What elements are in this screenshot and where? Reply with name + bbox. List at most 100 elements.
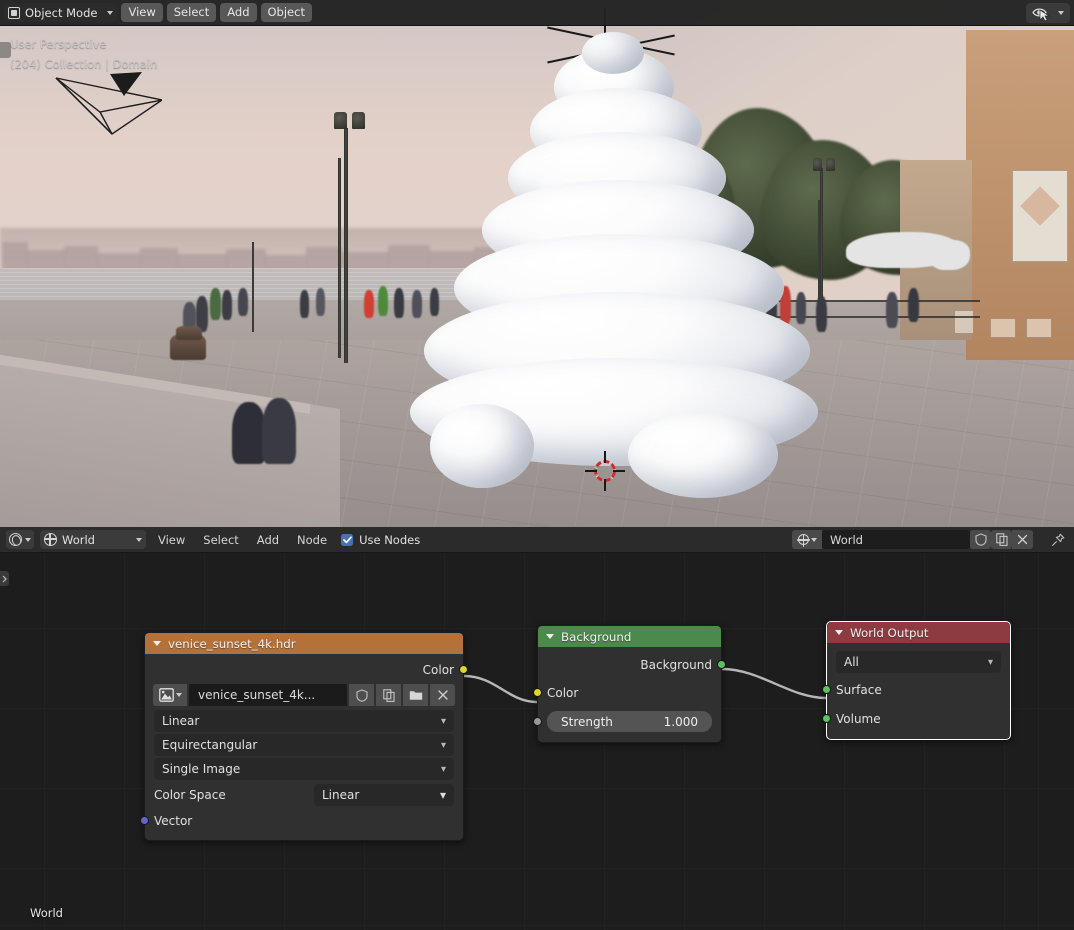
- collapse-triangle-icon[interactable]: [546, 634, 554, 639]
- node-input-vector[interactable]: Vector: [140, 808, 463, 834]
- shader-menu-add[interactable]: Add: [251, 533, 285, 547]
- shader-menu-view[interactable]: View: [152, 533, 191, 547]
- strength-value-field[interactable]: Strength 1.000: [547, 711, 712, 732]
- blender-window: Object Mode View Select Add Object User …: [0, 0, 1074, 930]
- node-output-color[interactable]: Color: [145, 658, 468, 682]
- hdri-window: [990, 318, 1016, 338]
- cursor-crosshair: [585, 470, 597, 472]
- camera-object[interactable]: [50, 72, 162, 150]
- image-browse-button[interactable]: [153, 684, 187, 706]
- node-header[interactable]: venice_sunset_4k.hdr: [145, 633, 463, 654]
- socket-color-input[interactable]: [533, 688, 542, 697]
- editor-type-selector[interactable]: [6, 530, 34, 549]
- cursor-arrow-icon[interactable]: [1039, 9, 1050, 22]
- socket-vector-input[interactable]: [140, 816, 149, 825]
- node-header[interactable]: World Output: [827, 622, 1010, 643]
- checkbox-checked-icon[interactable]: [341, 533, 354, 546]
- interpolation-dropdown[interactable]: Linear ▾: [154, 710, 454, 732]
- viewport-menu-object[interactable]: Object: [260, 3, 312, 22]
- node-canvas[interactable]: venice_sunset_4k.hdr Color venice_sunset…: [0, 553, 1074, 930]
- world-browse-button[interactable]: [792, 530, 822, 549]
- hdri-person: [886, 292, 898, 328]
- socket-surface-input[interactable]: [822, 685, 831, 694]
- cursor-crosshair: [604, 479, 606, 491]
- source-value: Single Image: [162, 762, 241, 776]
- hdri-statue: [930, 240, 970, 270]
- color-space-dropdown[interactable]: Linear ▾: [314, 784, 454, 806]
- target-dropdown[interactable]: All ▾: [836, 651, 1001, 673]
- collapse-triangle-icon[interactable]: [153, 641, 161, 646]
- shield-icon: [355, 688, 368, 702]
- node-input-volume[interactable]: Volume: [822, 704, 1010, 733]
- node-input-strength[interactable]: Strength 1.000: [533, 707, 721, 736]
- hdri-window: [1026, 318, 1052, 338]
- node-input-color[interactable]: Color: [533, 679, 721, 707]
- fake-user-button[interactable]: [970, 530, 991, 549]
- viewport-sidebar-toggle[interactable]: [0, 42, 11, 58]
- unlink-world-button[interactable]: [1012, 530, 1033, 549]
- object-mode-icon: [8, 6, 20, 19]
- hdri-person: [908, 288, 919, 322]
- viewport-menu-select[interactable]: Select: [166, 3, 217, 22]
- mode-selector[interactable]: Object Mode: [4, 3, 118, 22]
- visibility-controls[interactable]: [1026, 2, 1070, 23]
- source-dropdown[interactable]: Single Image ▾: [154, 758, 454, 780]
- node-world-output[interactable]: World Output All ▾ Surface Volume: [822, 621, 1011, 740]
- ice-cream-object[interactable]: [404, 32, 824, 498]
- node-input-surface[interactable]: Surface: [822, 675, 1010, 704]
- hdri-bollard: [176, 326, 202, 340]
- shield-icon: [974, 533, 987, 546]
- viewport-menu-view[interactable]: View: [121, 3, 163, 22]
- folder-icon: [409, 691, 422, 700]
- node-title: venice_sunset_4k.hdr: [168, 636, 296, 651]
- image-open-button[interactable]: [403, 684, 428, 706]
- hdri-person: [378, 286, 388, 316]
- color-space-value: Linear: [322, 788, 360, 802]
- hdri-person-seated: [262, 398, 296, 464]
- projection-value: Equirectangular: [162, 738, 258, 752]
- node-environment-texture[interactable]: venice_sunset_4k.hdr Color venice_sunset…: [140, 632, 468, 841]
- node-title: World Output: [850, 625, 929, 640]
- node-body: Color venice_sunset_4k... Linear ▾ Equir…: [140, 654, 468, 840]
- cursor-crosshair: [604, 451, 606, 463]
- strength-value: 1.000: [663, 714, 698, 729]
- image-unlink-button[interactable]: [430, 684, 455, 706]
- chevron-down-icon: ▾: [440, 763, 446, 775]
- image-name-field[interactable]: venice_sunset_4k...: [189, 684, 347, 706]
- world-name-field[interactable]: World: [822, 530, 970, 549]
- node-sidebar-toggle[interactable]: [0, 571, 9, 586]
- shader-type-selector[interactable]: World: [40, 530, 146, 549]
- color-space-row: Color Space Linear ▾: [145, 782, 463, 808]
- shader-menu-node[interactable]: Node: [291, 533, 333, 547]
- collapse-triangle-icon[interactable]: [835, 630, 843, 635]
- 3d-viewport[interactable]: Object Mode View Select Add Object User …: [0, 0, 1074, 527]
- projection-dropdown[interactable]: Equirectangular ▾: [154, 734, 454, 756]
- hdri-person: [316, 288, 325, 316]
- hdri-person: [364, 290, 374, 318]
- blob-drip: [430, 404, 534, 488]
- viewport-menu-add[interactable]: Add: [220, 3, 257, 22]
- blob-tip: [582, 32, 644, 74]
- node-output-background[interactable]: Background: [538, 651, 726, 679]
- 3d-cursor: [585, 451, 625, 491]
- new-world-button[interactable]: [991, 530, 1012, 549]
- blob-drip: [628, 412, 778, 498]
- pin-button[interactable]: [1047, 530, 1068, 549]
- socket-background-output[interactable]: [717, 660, 726, 669]
- socket-strength-input[interactable]: [533, 717, 542, 726]
- chevron-down-icon[interactable]: [1058, 10, 1064, 15]
- chevron-down-icon: [175, 693, 182, 697]
- socket-color-output[interactable]: [459, 665, 468, 674]
- cursor-crosshair: [613, 470, 625, 472]
- node-header[interactable]: Background: [538, 626, 721, 647]
- image-copy-button[interactable]: [376, 684, 401, 706]
- hdri-lamp-head: [352, 112, 365, 129]
- socket-volume-input[interactable]: [822, 714, 831, 723]
- input-label: Vector: [154, 814, 193, 828]
- shader-editor-header: World View Select Add Node Use Nodes Wor…: [0, 527, 1074, 553]
- image-fake-user-button[interactable]: [349, 684, 374, 706]
- shader-menu-select[interactable]: Select: [197, 533, 244, 547]
- use-nodes-toggle[interactable]: Use Nodes: [341, 533, 420, 547]
- node-background[interactable]: Background Background Color Strength 1.0…: [533, 625, 726, 743]
- world-datablock-selector[interactable]: World: [792, 530, 1033, 549]
